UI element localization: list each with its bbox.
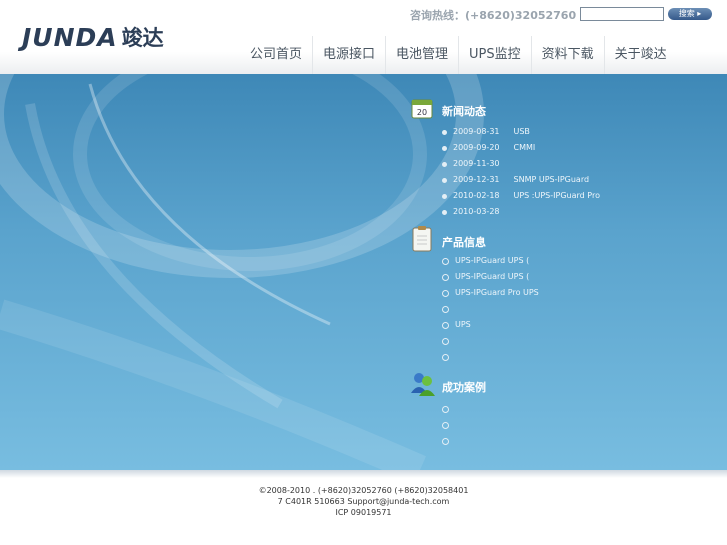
nav-item-about[interactable]: 关于竣达 (603, 36, 677, 74)
bullet-icon (442, 177, 447, 183)
news-title: 新闻动态 (442, 105, 486, 118)
news-item[interactable]: 2009-11-30 (442, 156, 600, 172)
bullet-icon (442, 129, 447, 135)
calendar-icon: 20 (410, 96, 434, 124)
product-item[interactable] (442, 333, 539, 349)
clipboard-icon (410, 225, 434, 257)
bullet-icon (442, 405, 449, 413)
product-item[interactable] (442, 301, 539, 317)
product-item[interactable]: UPS-IPGuard UPS ( (442, 253, 539, 269)
background-swoosh (0, 74, 484, 470)
footer-divider (0, 470, 727, 478)
bullet-icon (442, 257, 449, 265)
news-item[interactable]: 2009-08-31 USB (442, 124, 600, 140)
products-list: UPS-IPGuard UPS ( UPS-IPGuard UPS ( UPS-… (442, 253, 539, 365)
cases-title: 成功案例 (442, 381, 486, 394)
nav-item-battery-management[interactable]: 电池管理 (385, 36, 458, 74)
logo[interactable]: JUNDA 竣达 (22, 22, 164, 52)
news-item[interactable]: 2009-09-20 CMMI (442, 140, 600, 156)
bullet-icon (442, 321, 449, 329)
logo-text-en: JUNDA (22, 22, 118, 52)
product-item[interactable]: UPS-IPGuard UPS ( (442, 269, 539, 285)
bullet-icon (442, 145, 447, 151)
hotline-text: 咨询热线：(+8620)32052760 (410, 9, 577, 22)
bullet-icon (442, 289, 449, 297)
users-icon (410, 371, 436, 401)
footer: ©2008-2010 . (+8620)32052760 (+8620)3205… (0, 485, 727, 518)
bullet-icon (442, 273, 449, 281)
news-item[interactable]: 2010-03-28 (442, 204, 600, 220)
nav-item-ups-monitoring[interactable]: UPS监控 (458, 36, 531, 74)
case-item[interactable] (442, 401, 455, 417)
logo-text-cn: 竣达 (121, 26, 164, 50)
search-input[interactable] (580, 7, 664, 21)
nav-item-home[interactable]: 公司首页 (240, 36, 312, 74)
nav-item-downloads[interactable]: 资料下载 (530, 36, 604, 74)
bullet-icon (442, 437, 449, 445)
header: JUNDA 竣达 咨询热线：(+8620)32052760 搜索 ▸ 公司首页 … (0, 0, 727, 74)
product-item[interactable] (442, 349, 539, 365)
bullet-icon (442, 337, 449, 345)
news-item[interactable]: 2010-02-18 UPS :UPS-IPGuard Pro (442, 188, 600, 204)
bullet-icon (442, 305, 449, 313)
nav-item-power-interface[interactable]: 电源接口 (312, 36, 385, 74)
main-nav: 公司首页 电源接口 电池管理 UPS监控 资料下载 关于竣达 (240, 36, 677, 74)
news-item[interactable]: 2009-12-31 SNMP UPS-IPGuard (442, 172, 600, 188)
news-list: 2009-08-31 USB 2009-09-20 CMMI 2009-11-30 … (442, 124, 600, 220)
product-item[interactable]: UPS-IPGuard Pro UPS (442, 285, 539, 301)
case-item[interactable] (442, 433, 455, 449)
cases-list (442, 401, 455, 449)
search-button[interactable]: 搜索 ▸ (668, 8, 712, 20)
footer-copyright: ©2008-2010 . (+8620)32052760 (+8620)3205… (258, 486, 469, 495)
calendar-icon-text: 20 (417, 108, 427, 117)
bullet-icon (442, 421, 449, 429)
footer-address: 7 C401R 510663 Support@junda-tech.com (277, 497, 450, 506)
bullet-icon (442, 353, 449, 361)
footer-icp[interactable]: ICP 09019571 (0, 507, 727, 518)
products-title: 产品信息 (442, 236, 486, 249)
main-banner: 20 新闻动态 2009-08-31 USB 2009-09-20 CMMI 200… (0, 74, 727, 470)
bullet-icon (442, 161, 447, 167)
bullet-icon (442, 209, 447, 215)
product-item[interactable]: UPS (442, 317, 539, 333)
bullet-icon (442, 193, 447, 199)
case-item[interactable] (442, 417, 455, 433)
